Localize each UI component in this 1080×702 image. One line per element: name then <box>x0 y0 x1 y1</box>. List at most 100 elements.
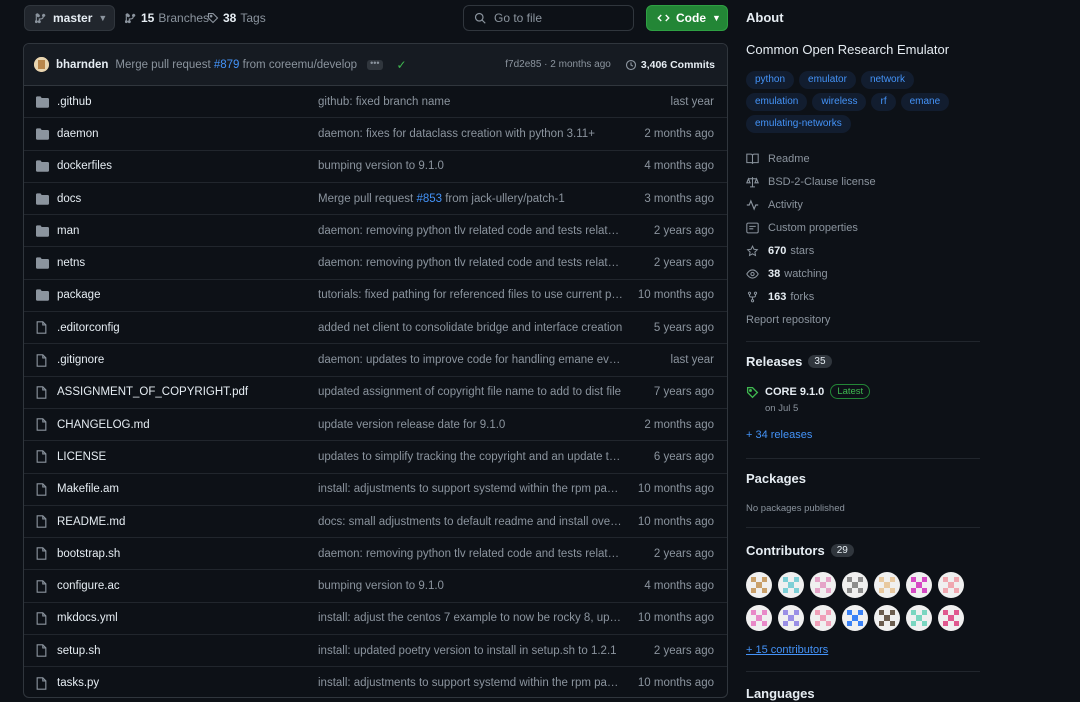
file-commit-message[interactable]: Merge pull request #853 from jack-ullery… <box>318 193 623 205</box>
file-name-link[interactable]: CHANGELOG.md <box>57 419 318 431</box>
file-name-link[interactable]: .github <box>57 96 318 108</box>
file-commit-message[interactable]: tutorials: fixed pathing for referenced … <box>318 289 623 301</box>
file-commit-message[interactable]: updated assignment of copyright file nam… <box>318 386 623 398</box>
repo-meta-label: stars <box>790 245 815 257</box>
contributor-avatar[interactable] <box>778 572 804 598</box>
contributor-avatar[interactable] <box>778 605 804 631</box>
file-commit-message[interactable]: update version release date for 9.1.0 <box>318 419 623 431</box>
file-name-link[interactable]: man <box>57 225 318 237</box>
file-name-link[interactable]: netns <box>57 257 318 269</box>
contributor-avatars <box>746 572 980 631</box>
file-commit-message[interactable]: updates to simplify tracking the copyrig… <box>318 451 623 463</box>
file-commit-message[interactable]: install: updated poetry version to insta… <box>318 645 623 657</box>
file-row: .github github: fixed branch name last yea… <box>24 86 727 119</box>
topic-tag[interactable]: python <box>746 71 795 89</box>
commit-pr-link[interactable]: #879 <box>214 59 240 71</box>
topic-tag[interactable]: emane <box>900 93 950 111</box>
file-name-link[interactable]: README.md <box>57 516 318 528</box>
file-icon <box>36 579 50 593</box>
author-avatar[interactable] <box>34 57 49 72</box>
contributor-avatar[interactable] <box>746 605 772 631</box>
branch-select-button[interactable]: master ▼ <box>24 5 115 31</box>
file-name-link[interactable]: docs <box>57 193 318 205</box>
repo-meta-item[interactable]: BSD-2-Clause license <box>746 171 876 194</box>
commit-author[interactable]: bharnden <box>56 59 108 71</box>
file-commit-message[interactable]: daemon: removing python tlv related code… <box>318 548 623 560</box>
file-name-link[interactable]: dockerfiles <box>57 160 318 172</box>
contributor-avatar[interactable] <box>842 605 868 631</box>
file-commit-date: 2 years ago <box>653 644 714 657</box>
file-commit-message[interactable]: daemon: removing python tlv related code… <box>318 257 623 269</box>
repo-meta-item[interactable]: Custom properties <box>746 217 876 240</box>
contributor-avatar[interactable] <box>842 572 868 598</box>
code-button-label: Code <box>676 11 706 25</box>
file-commit-message[interactable]: install: adjustments to support systemd … <box>318 677 623 689</box>
tags-link[interactable]: 38 Tags <box>207 5 266 31</box>
file-commit-date: 10 months ago <box>637 483 714 496</box>
file-commit-message[interactable]: install: adjust the centos 7 example to … <box>318 612 623 624</box>
repo-meta-item[interactable]: 38 watching <box>746 262 876 285</box>
contributor-avatar[interactable] <box>810 605 836 631</box>
file-name-link[interactable]: package <box>57 289 318 301</box>
repo-meta-item[interactable]: Activity <box>746 194 876 217</box>
contributors-heading[interactable]: Contributors 29 <box>746 543 854 558</box>
topic-tag[interactable]: rf <box>871 93 896 111</box>
contributor-avatar[interactable] <box>938 605 964 631</box>
packages-heading[interactable]: Packages <box>746 471 806 486</box>
commit-hash-time[interactable]: f7d2e85 · 2 months ago <box>505 59 611 70</box>
releases-heading[interactable]: Releases 35 <box>746 354 832 369</box>
file-name-link[interactable]: Makefile.am <box>57 483 318 495</box>
file-name-link[interactable]: ASSIGNMENT_OF_COPYRIGHT.pdf <box>57 386 318 398</box>
file-commit-message[interactable]: added net client to consolidate bridge a… <box>318 322 623 334</box>
contributor-avatar[interactable] <box>746 572 772 598</box>
file-commit-message[interactable]: daemon: fixes for dataclass creation wit… <box>318 128 623 140</box>
branches-link[interactable]: 15 Branches <box>125 5 209 31</box>
file-commit-pr-link[interactable]: #853 <box>416 193 442 205</box>
repo-meta-label: Custom properties <box>768 222 858 235</box>
book-icon <box>746 153 768 165</box>
file-name-link[interactable]: mkdocs.yml <box>57 612 318 624</box>
code-button[interactable]: Code ▼ <box>646 5 728 31</box>
file-name-link[interactable]: .editorconfig <box>57 322 318 334</box>
file-name-link[interactable]: LICENSE <box>57 451 318 463</box>
repo-meta-item[interactable]: Readme <box>746 148 876 171</box>
file-commit-message[interactable]: install: adjustments to support systemd … <box>318 483 623 495</box>
topic-tag[interactable]: emulation <box>746 93 808 111</box>
more-releases-link[interactable]: + 34 releases <box>746 429 812 441</box>
go-to-file-input[interactable]: Go to file <box>463 5 634 31</box>
latest-release[interactable]: CORE 9.1.0 Latest on Jul 5 <box>746 384 871 414</box>
contributor-avatar[interactable] <box>906 572 932 598</box>
commit-message[interactable]: Merge pull request #879 from coreemu/dev… <box>115 59 357 71</box>
repo-meta-item[interactable]: 670 stars <box>746 240 876 263</box>
file-commit-message[interactable]: bumping version to 9.1.0 <box>318 580 623 592</box>
file-name-link[interactable]: tasks.py <box>57 677 318 689</box>
repo-meta-item[interactable]: Report repository <box>746 308 876 331</box>
file-commit-message-text: added net client to consolidate bridge a… <box>318 321 623 334</box>
contributor-avatar[interactable] <box>906 605 932 631</box>
topic-tag[interactable]: wireless <box>812 93 867 111</box>
file-name-link[interactable]: setup.sh <box>57 645 318 657</box>
file-commit-message[interactable]: github: fixed branch name <box>318 96 623 108</box>
contributor-avatar[interactable] <box>938 572 964 598</box>
contributor-avatar[interactable] <box>810 572 836 598</box>
expand-commit-button[interactable]: ••• <box>367 58 383 70</box>
file-name-link[interactable]: daemon <box>57 128 318 140</box>
topic-tag[interactable]: emulating-networks <box>746 115 851 133</box>
commits-link[interactable]: 3,406 Commits <box>625 59 715 71</box>
file-name-link[interactable]: configure.ac <box>57 580 318 592</box>
file-name-link[interactable]: .gitignore <box>57 354 318 366</box>
folder-icon <box>36 225 50 237</box>
file-commit-message[interactable]: daemon: removing python tlv related code… <box>318 225 623 237</box>
file-commit-message[interactable]: bumping version to 9.1.0 <box>318 160 623 172</box>
file-commit-message[interactable]: daemon: updates to improve code for hand… <box>318 354 623 366</box>
file-commit-message[interactable]: docs: small adjustments to default readm… <box>318 516 623 528</box>
more-contributors-link[interactable]: + 15 contributors <box>746 644 828 656</box>
repo-meta-item[interactable]: 163 forks <box>746 285 876 308</box>
check-icon[interactable]: ✓ <box>397 58 407 72</box>
contributor-avatar[interactable] <box>874 572 900 598</box>
contributor-avatar[interactable] <box>874 605 900 631</box>
file-row: package tutorials: fixed pathing for refe… <box>24 280 727 313</box>
file-name-link[interactable]: bootstrap.sh <box>57 548 318 560</box>
topic-tag[interactable]: emulator <box>799 71 856 89</box>
topic-tag[interactable]: network <box>860 71 914 89</box>
